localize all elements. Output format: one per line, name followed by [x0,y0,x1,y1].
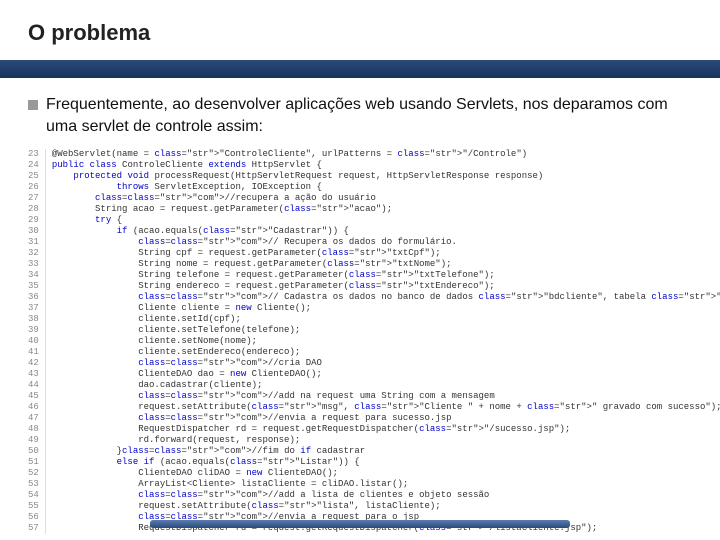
slide-header: O problema [0,0,720,54]
body-text: Frequentemente, ao desenvolver aplicaçõe… [46,94,692,137]
header-bar [0,60,720,78]
line-numbers: 2324252627282930313233343536373839404142… [28,149,46,534]
slide-body: Frequentemente, ao desenvolver aplicaçõe… [0,78,720,141]
footer-bar [150,520,570,528]
bullet-icon [28,100,38,110]
code-snippet: 2324252627282930313233343536373839404142… [28,149,700,534]
slide-title: O problema [28,20,692,46]
code-lines: @WebServlet(name = class="str">"Controle… [46,149,720,534]
